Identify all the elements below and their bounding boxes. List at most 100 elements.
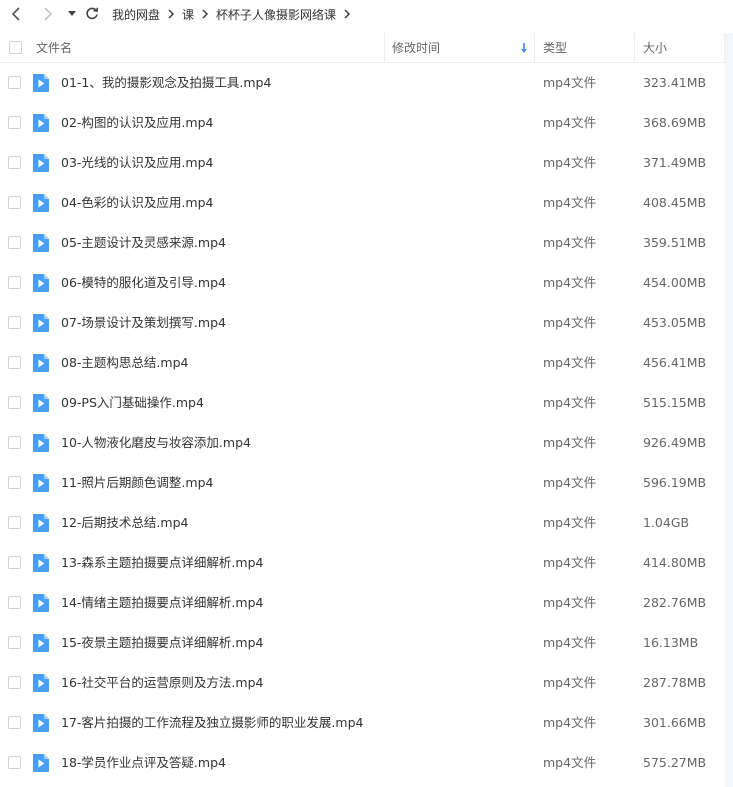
forward-button[interactable] [38,4,58,24]
refresh-button[interactable] [82,4,102,24]
file-row-checkbox[interactable] [8,236,21,249]
file-row-checkbox[interactable] [8,756,21,769]
file-row[interactable]: 02-构图的认识及应用.mp4 mp4文件 368.69MB [0,103,725,143]
file-name[interactable]: 12-后期技术总结.mp4 [61,503,188,543]
select-all-checkbox[interactable] [8,41,22,54]
file-row[interactable]: 12-后期技术总结.mp4 mp4文件 1.04GB [0,503,725,543]
file-row[interactable]: 17-客片拍摄的工作流程及独立摄影师的职业发展.mp4 mp4文件 301.66MB [0,703,725,743]
file-row-checkbox[interactable] [8,196,21,209]
file-row-checkbox[interactable] [8,396,21,409]
file-row-checkbox[interactable] [8,596,21,609]
file-row[interactable]: 05-主题设计及灵感来源.mp4 mp4文件 359.51MB [0,223,725,263]
file-row[interactable]: 15-夜景主题拍摄要点详细解析.mp4 mp4文件 16.13MB [0,623,725,663]
file-name[interactable]: 11-照片后期颜色调整.mp4 [61,463,213,503]
breadcrumb-item-folder[interactable]: 课 [182,6,194,23]
file-name[interactable]: 05-主题设计及灵感来源.mp4 [61,223,226,263]
file-row[interactable]: 06-模特的服化道及引导.mp4 mp4文件 454.00MB [0,263,725,303]
file-name[interactable]: 16-社交平台的运营原则及方法.mp4 [61,663,263,703]
file-name[interactable]: 01-1、我的摄影观念及拍摄工具.mp4 [61,63,271,103]
file-row[interactable]: 10-人物液化磨皮与妆容添加.mp4 mp4文件 926.49MB [0,423,725,463]
file-row-checkbox[interactable] [8,436,21,449]
file-name[interactable]: 03-光线的认识及应用.mp4 [61,143,213,183]
video-file-icon [33,514,49,532]
video-file-icon [33,434,49,452]
file-row-checkbox[interactable] [8,636,21,649]
column-header-type[interactable]: 类型 [535,32,635,63]
file-row[interactable]: 03-光线的认识及应用.mp4 mp4文件 371.49MB [0,143,725,183]
chevron-right-icon [44,7,53,21]
file-size: 359.51MB [643,235,707,250]
file-row[interactable]: 07-场景设计及策划撰写.mp4 mp4文件 453.05MB [0,303,725,343]
file-type: mp4文件 [543,515,597,530]
file-type: mp4文件 [543,435,597,450]
file-row-checkbox[interactable] [8,356,21,369]
file-row[interactable]: 16-社交平台的运营原则及方法.mp4 mp4文件 287.78MB [0,663,725,703]
file-row-checkbox[interactable] [8,716,21,729]
file-row[interactable]: 11-照片后期颜色调整.mp4 mp4文件 596.19MB [0,463,725,503]
file-row-checkbox[interactable] [8,516,21,529]
chevron-right-icon[interactable] [340,7,354,21]
video-file-icon [33,354,49,372]
video-file-icon [33,194,49,212]
file-name[interactable]: 17-客片拍摄的工作流程及独立摄影师的职业发展.mp4 [61,703,363,743]
file-row-checkbox[interactable] [8,556,21,569]
select-all-cell [0,33,30,63]
file-row[interactable]: 01-1、我的摄影观念及拍摄工具.mp4 mp4文件 323.41MB [0,63,725,103]
breadcrumb: 我的网盘 课 杯杯子人像摄影网络课 [112,6,358,23]
column-header-size[interactable]: 大小 [635,32,725,63]
file-type: mp4文件 [543,75,597,90]
back-button[interactable] [6,4,26,24]
file-name[interactable]: 15-夜景主题拍摄要点详细解析.mp4 [61,623,263,663]
file-row-checkbox[interactable] [8,476,21,489]
video-file-icon [33,594,49,612]
file-row-checkbox[interactable] [8,676,21,689]
video-file-icon [33,154,49,172]
file-type: mp4文件 [543,395,597,410]
file-type: mp4文件 [543,115,597,130]
file-type: mp4文件 [543,275,597,290]
file-type: mp4文件 [543,635,597,650]
file-size: 926.49MB [643,435,707,450]
breadcrumb-item-root[interactable]: 我的网盘 [112,6,160,23]
video-file-icon [33,474,49,492]
file-row-checkbox[interactable] [8,76,21,89]
file-row[interactable]: 08-主题构思总结.mp4 mp4文件 456.41MB [0,343,725,383]
file-row[interactable]: 14-情绪主题拍摄要点详细解析.mp4 mp4文件 282.76MB [0,583,725,623]
file-row-checkbox[interactable] [8,156,21,169]
file-row[interactable]: 18-学员作业点评及答疑.mp4 mp4文件 575.27MB [0,743,725,783]
file-row-checkbox[interactable] [8,316,21,329]
column-size-label: 大小 [643,41,668,55]
file-name[interactable]: 04-色彩的认识及应用.mp4 [61,183,213,223]
file-name[interactable]: 13-森系主题拍摄要点详细解析.mp4 [61,543,263,583]
file-row[interactable]: 09-PS入门基础操作.mp4 mp4文件 515.15MB [0,383,725,423]
file-size: 282.76MB [643,595,707,610]
file-size: 1.04GB [643,515,690,530]
file-name[interactable]: 10-人物液化磨皮与妆容添加.mp4 [61,423,251,463]
file-name[interactable]: 14-情绪主题拍摄要点详细解析.mp4 [61,583,263,623]
file-row-checkbox[interactable] [8,116,21,129]
file-list-header: 文件名 修改时间 类型 大小 [0,32,725,63]
file-row[interactable]: 04-色彩的认识及应用.mp4 mp4文件 408.45MB [0,183,725,223]
vertical-scrollbar[interactable] [725,33,733,787]
file-name[interactable]: 02-构图的认识及应用.mp4 [61,103,213,143]
file-name[interactable]: 07-场景设计及策划撰写.mp4 [61,303,226,343]
video-file-icon [33,114,49,132]
video-file-icon [33,714,49,732]
navigation-bar: 我的网盘 课 杯杯子人像摄影网络课 [0,0,733,28]
file-name[interactable]: 18-学员作业点评及答疑.mp4 [61,743,226,783]
refresh-icon [86,7,99,20]
file-size: 453.05MB [643,315,707,330]
column-header-modified[interactable]: 修改时间 [385,32,535,63]
file-name[interactable]: 09-PS入门基础操作.mp4 [61,383,204,423]
file-row-checkbox[interactable] [8,276,21,289]
file-name[interactable]: 06-模特的服化道及引导.mp4 [61,263,226,303]
file-size: 323.41MB [643,75,707,90]
file-type: mp4文件 [543,315,597,330]
file-name[interactable]: 08-主题构思总结.mp4 [61,343,188,383]
history-dropdown-button[interactable] [66,4,78,24]
file-list: 01-1、我的摄影观念及拍摄工具.mp4 mp4文件 323.41MB 02-构图的认… [0,63,725,783]
breadcrumb-item-current[interactable]: 杯杯子人像摄影网络课 [216,6,336,23]
column-name-label: 文件名 [36,41,73,55]
file-row[interactable]: 13-森系主题拍摄要点详细解析.mp4 mp4文件 414.80MB [0,543,725,583]
column-header-name[interactable]: 文件名 [30,32,385,63]
